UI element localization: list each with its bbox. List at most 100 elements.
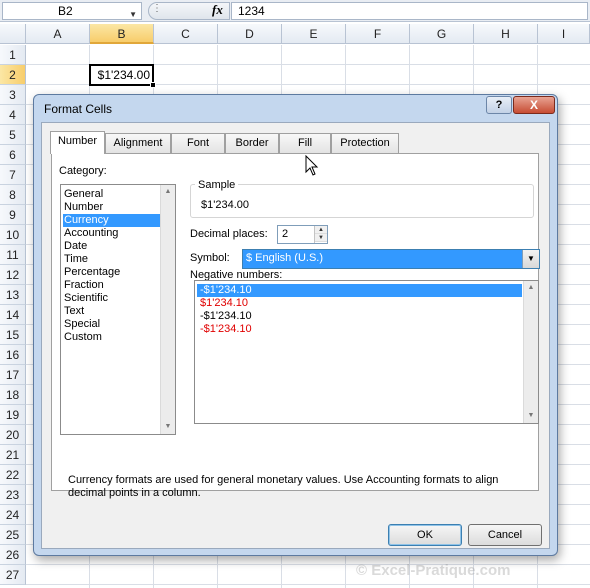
format-cells-dialog: Format Cells ? X Number Alignment Font B… (33, 94, 558, 556)
column-header-b[interactable]: B (90, 24, 154, 44)
number-tab-panel: Category: General Number Currency Accoun… (51, 153, 540, 499)
row-header[interactable]: 26 (0, 545, 26, 565)
row-header[interactable]: 24 (0, 505, 26, 525)
list-item[interactable]: Special (63, 318, 163, 331)
ok-button[interactable]: OK (388, 524, 462, 546)
negative-scrollbar[interactable]: ▲ ▼ (523, 281, 538, 423)
tab-font[interactable]: Font (171, 133, 225, 153)
help-button[interactable]: ? (486, 96, 512, 114)
tab-border[interactable]: Border (225, 133, 279, 153)
scroll-up-icon[interactable]: ▲ (161, 185, 175, 199)
formula-input[interactable]: 1234 (231, 2, 588, 20)
row-header[interactable]: 7 (0, 165, 26, 185)
column-header-e[interactable]: E (282, 24, 346, 44)
row-header[interactable]: 10 (0, 225, 26, 245)
decimal-places-value: 2 (282, 228, 289, 240)
row-header[interactable]: 16 (0, 345, 26, 365)
dialog-title: Format Cells (44, 102, 113, 116)
row-header[interactable]: 22 (0, 465, 26, 485)
list-item[interactable]: Date (63, 240, 163, 253)
column-header-c[interactable]: C (154, 24, 218, 44)
tab-number[interactable]: Number (50, 131, 105, 154)
select-all-corner[interactable] (0, 24, 26, 44)
name-box[interactable]: B2 ▼ (2, 2, 142, 20)
category-list[interactable]: General Number Currency Accounting Date … (60, 184, 176, 435)
row-header[interactable]: 9 (0, 205, 26, 225)
row-header[interactable]: 2 (0, 65, 26, 85)
chevron-down-icon[interactable]: ▼ (315, 234, 327, 242)
list-item[interactable]: Time (63, 253, 163, 266)
row-header[interactable]: 18 (0, 385, 26, 405)
scroll-down-icon[interactable]: ▼ (161, 420, 175, 434)
excel-window: B2 ▼ ⋮ fx 1234 A B C D E F G H I 1 2 3 4… (0, 0, 590, 588)
row-header[interactable]: 8 (0, 185, 26, 205)
row-header[interactable]: 27 (0, 565, 26, 585)
negative-option[interactable]: -$1'234.10 (197, 323, 252, 336)
row-header[interactable]: 14 (0, 305, 26, 325)
negative-option[interactable]: -$1'234.10 (197, 284, 522, 297)
sample-group: $1'234.00 (190, 184, 534, 218)
row-header[interactable]: 20 (0, 425, 26, 445)
list-item[interactable]: Text (63, 305, 163, 318)
row-header[interactable]: 1 (0, 45, 26, 65)
list-item[interactable]: Fraction (63, 279, 163, 292)
active-cell-b2[interactable]: $1'234.00 (89, 64, 156, 88)
tab-alignment[interactable]: Alignment (105, 133, 171, 153)
row-header[interactable]: 6 (0, 145, 26, 165)
negative-option[interactable]: -$1'234.10 (197, 310, 252, 323)
column-header-h[interactable]: H (474, 24, 538, 44)
close-button[interactable]: X (513, 96, 555, 114)
chevron-up-icon[interactable]: ▲ (315, 226, 327, 234)
list-item[interactable]: Number (63, 201, 163, 214)
category-scrollbar[interactable]: ▲ ▼ (160, 185, 175, 434)
row-header[interactable]: 17 (0, 365, 26, 385)
dialog-body: Number Alignment Font Border Fill Protec… (41, 122, 550, 549)
formula-bar: B2 ▼ ⋮ fx 1234 (0, 0, 590, 22)
insert-function-button[interactable]: fx (212, 2, 223, 18)
decimal-places-stepper[interactable]: 2 ▲ ▼ (277, 225, 328, 244)
chevron-down-icon[interactable]: ▼ (522, 250, 539, 268)
column-header-a[interactable]: A (26, 24, 90, 44)
list-item[interactable]: Percentage (63, 266, 163, 279)
resize-handle-icon[interactable]: ⋮ (152, 3, 162, 14)
row-header[interactable]: 3 (0, 85, 26, 105)
scroll-down-icon[interactable]: ▼ (524, 409, 538, 423)
stepper-buttons[interactable]: ▲ ▼ (314, 226, 327, 243)
row-header[interactable]: 13 (0, 285, 26, 305)
symbol-dropdown[interactable]: $ English (U.S.) ▼ (242, 249, 540, 269)
column-header-g[interactable]: G (410, 24, 474, 44)
cell-value: $1'234.00 (97, 68, 150, 82)
tab-protection[interactable]: Protection (331, 133, 399, 153)
list-item[interactable]: Scientific (63, 292, 163, 305)
row-header[interactable]: 11 (0, 245, 26, 265)
mouse-pointer-icon (305, 155, 319, 176)
row-header[interactable]: 19 (0, 405, 26, 425)
column-header-d[interactable]: D (218, 24, 282, 44)
row-header[interactable]: 25 (0, 525, 26, 545)
row-header[interactable]: 12 (0, 265, 26, 285)
negative-numbers-list[interactable]: -$1'234.10 $1'234.10 -$1'234.10 -$1'234.… (194, 280, 539, 424)
tab-fill[interactable]: Fill (279, 133, 331, 153)
fill-handle[interactable] (150, 82, 156, 88)
scroll-up-icon[interactable]: ▲ (524, 281, 538, 295)
column-header-f[interactable]: F (346, 24, 410, 44)
list-item[interactable]: Custom (63, 331, 163, 344)
list-item[interactable]: Accounting (63, 227, 163, 240)
column-header-i[interactable]: I (538, 24, 590, 44)
symbol-label: Symbol: (190, 252, 230, 264)
sample-value: $1'234.00 (201, 199, 249, 211)
list-item[interactable]: General (63, 188, 163, 201)
row-header[interactable]: 15 (0, 325, 26, 345)
sample-label: Sample (195, 179, 239, 191)
row-header[interactable]: 5 (0, 125, 26, 145)
chevron-down-icon[interactable]: ▼ (129, 7, 137, 23)
row-header[interactable]: 23 (0, 485, 26, 505)
name-box-value: B2 (58, 4, 73, 18)
cancel-button[interactable]: Cancel (468, 524, 542, 546)
row-header[interactable]: 21 (0, 445, 26, 465)
watermark: © Excel-Pratique.com (356, 562, 511, 579)
decimal-places-label: Decimal places: (190, 228, 268, 240)
list-item[interactable]: Currency (63, 214, 163, 227)
negative-option[interactable]: $1'234.10 (197, 297, 248, 310)
row-header[interactable]: 4 (0, 105, 26, 125)
